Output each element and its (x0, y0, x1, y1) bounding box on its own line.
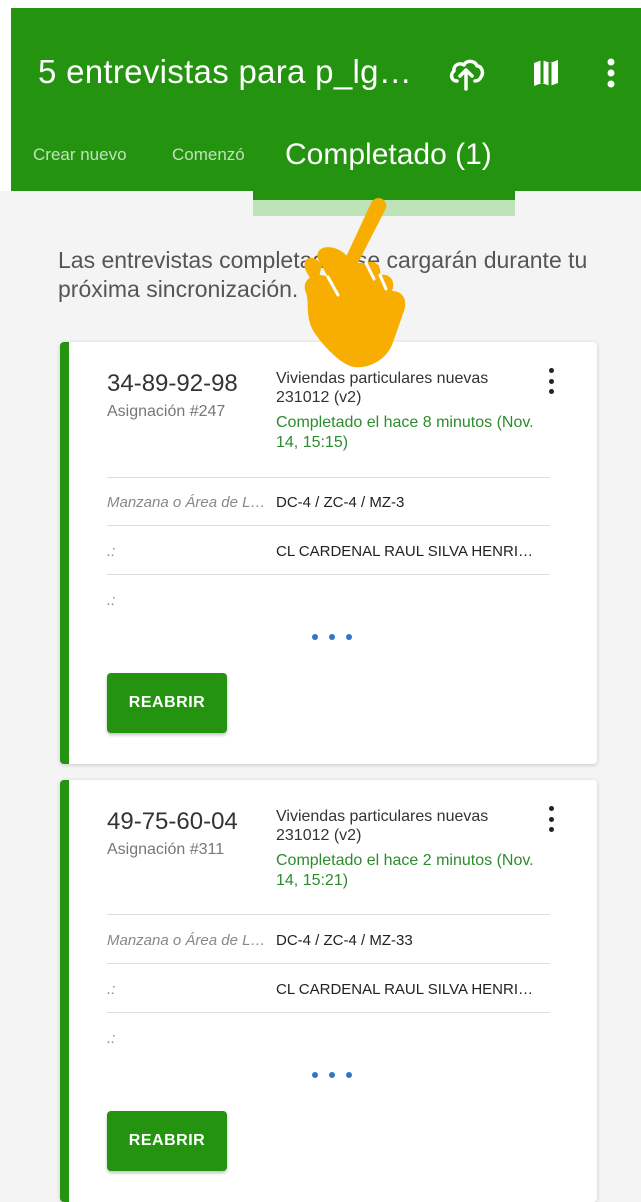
tab-create-new[interactable]: Crear nuevo (33, 145, 127, 165)
map-icon[interactable] (521, 48, 571, 98)
interview-id: 34-89-92-98 (107, 370, 238, 397)
card-more-vert-icon[interactable] (543, 806, 559, 832)
field-value: CL CARDENAL RAUL SILVA HENRI… (276, 981, 534, 998)
field-label: .: (107, 543, 116, 560)
field-label: .: (107, 592, 116, 609)
assignment-label: Asignación #311 (107, 841, 225, 858)
field-value: CL CARDENAL RAUL SILVA HENRI… (276, 543, 534, 560)
interview-card[interactable]: 34-89-92-98 Asignación #247 Viviendas pa… (60, 342, 597, 764)
interview-card[interactable]: 49-75-60-04 Asignación #311 Viviendas pa… (60, 780, 597, 1202)
survey-name: Viviendas particulares nuevas 231012 (v2… (276, 808, 489, 844)
survey-name: Viviendas particulares nuevas 231012 (v2… (276, 370, 489, 406)
app-bar: 5 entrevistas para p_lg… Crear nuevo Com… (11, 8, 641, 191)
tab-started[interactable]: Comenzó (172, 145, 245, 165)
interview-id: 49-75-60-04 (107, 808, 238, 835)
field-value: DC-4 / ZC-4 / MZ-33 (276, 932, 413, 949)
field-label: .: (107, 981, 116, 998)
divider (107, 525, 550, 526)
pointing-hand-icon (304, 198, 406, 368)
app-title: 5 entrevistas para p_lg… (38, 53, 413, 90)
divider (107, 1012, 550, 1013)
field-value: DC-4 / ZC-4 / MZ-3 (276, 494, 405, 511)
completion-status: Completado el hace 2 minutos (Nov. 14, 1… (276, 852, 534, 889)
expand-more-icon[interactable] (312, 631, 352, 643)
tab-completed[interactable]: Completado (1) (285, 138, 492, 172)
reopen-button[interactable]: REABRIR (107, 673, 227, 733)
card-more-vert-icon[interactable] (543, 368, 559, 394)
divider (107, 574, 550, 575)
expand-more-icon[interactable] (312, 1069, 352, 1081)
assignment-label: Asignación #247 (107, 403, 226, 420)
divider (107, 477, 550, 478)
more-vert-icon[interactable] (591, 48, 631, 98)
completion-status: Completado el hace 8 minutos (Nov. 14, 1… (276, 414, 534, 451)
status-bar-area (0, 0, 641, 8)
cloud-sync-icon[interactable] (441, 48, 491, 98)
divider (107, 914, 550, 915)
divider (107, 963, 550, 964)
field-label: Manzana o Área de L… (107, 494, 266, 511)
field-label: .: (107, 1030, 116, 1047)
field-label: Manzana o Área de L… (107, 932, 266, 949)
reopen-button[interactable]: REABRIR (107, 1111, 227, 1171)
